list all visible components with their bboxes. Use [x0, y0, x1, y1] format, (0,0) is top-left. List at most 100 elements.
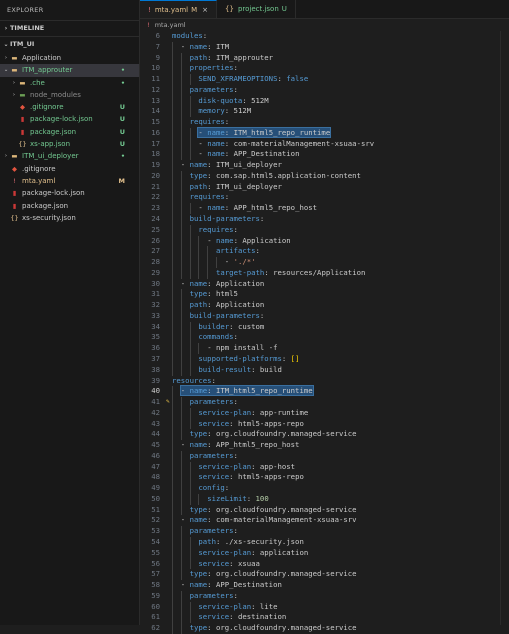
code-line[interactable]: 6 modules:: [140, 31, 509, 42]
code-line[interactable]: 16 - name: ITM_html5_repo_runtime: [140, 126, 509, 139]
code-line[interactable]: 10 properties:: [140, 63, 509, 75]
code-line[interactable]: 28 - './*': [140, 257, 509, 268]
tab-mta-yaml[interactable]: ! mta.yaml M ×: [140, 0, 218, 19]
code-line[interactable]: 9 path: ITM_approuter: [140, 52, 509, 64]
yaml-value: html5-apps-repo: [237, 472, 304, 482]
code-line[interactable]: 22 requires:: [140, 192, 509, 204]
code-line[interactable]: 23 - name: APP_html5_repo_host: [140, 203, 509, 215]
tree-item-package-json-approuter[interactable]: ▮ package.json U: [0, 126, 139, 138]
code-line[interactable]: 14 memory: 512M: [140, 106, 509, 118]
code-line[interactable]: 54 path: ./xs-security.json: [140, 536, 509, 548]
tree-item-node-modules[interactable]: › ▬ node_modules: [0, 89, 139, 101]
code-line[interactable]: 36 - npm install -f: [140, 343, 509, 354]
code-line[interactable]: 20 type: com.sap.html5.application-conten…: [140, 170, 509, 182]
code-line[interactable]: 18 - name: APP_Destination: [140, 149, 509, 161]
tree-item-itm-ui-deployer[interactable]: › ▬ ITM_ui_deployer •: [0, 150, 139, 162]
code-line[interactable]: 59 parameters:: [140, 590, 509, 602]
code-line[interactable]: 61 service: destination: [140, 612, 509, 624]
code-line[interactable]: 31 type: html5: [140, 289, 509, 301]
code-line[interactable]: 40 - name: ITM_html5_repo_runtime: [140, 385, 509, 398]
code-line[interactable]: 46 parameters:: [140, 450, 509, 462]
code-line[interactable]: 19 - name: ITM_ui_deployer: [140, 160, 509, 171]
code-line[interactable]: 41 ✎ parameters:: [140, 397, 509, 408]
indent-guide: [189, 472, 191, 484]
workspace-root-header[interactable]: ⌄ ITM_UI: [0, 36, 139, 52]
line-number: 22: [151, 192, 160, 202]
yaml-value: ITM_html5_repo_runtime: [215, 386, 313, 396]
code-line[interactable]: 58 - name: APP_Destination: [140, 580, 509, 591]
yaml-key: sizeLimit: [207, 493, 247, 503]
vertical-scrollbar[interactable]: [500, 31, 509, 625]
code-line[interactable]: 56 service: xsuaa: [140, 558, 509, 570]
yaml-separator: :: [207, 580, 216, 590]
tab-project-json[interactable]: {} project.json U: [217, 0, 296, 18]
code-line[interactable]: 37 supported-platforms: []: [140, 353, 509, 365]
code-line[interactable]: 45 - name: APP_html5_repo_host: [140, 440, 509, 451]
code-line[interactable]: 44 type: org.cloudfoundry.managed-service: [140, 429, 509, 441]
code-line[interactable]: 24 build-parameters:: [140, 214, 509, 225]
yaml-separator: :: [207, 278, 216, 288]
code-line[interactable]: 51 type: org.cloudfoundry.managed-service: [140, 504, 509, 516]
tree-item-che[interactable]: › ▬ .che •: [0, 77, 139, 89]
yaml-key: service: [198, 472, 230, 482]
yaml-separator: :: [277, 74, 287, 84]
code-line[interactable]: 26 - name: Application: [140, 235, 509, 247]
code-line[interactable]: 7 - name: ITM: [140, 41, 509, 53]
tree-item-package-lock-approuter[interactable]: ▮ package-lock.json U: [0, 113, 139, 125]
tree-item-gitignore-approuter[interactable]: ◆ .gitignore U: [0, 101, 139, 113]
code-editor[interactable]: 6 modules: 7 - name: ITM 9 path: ITM_approute…: [140, 31, 509, 634]
code-line[interactable]: 15 requires:: [140, 117, 509, 128]
code-line[interactable]: 38 build-result: build: [140, 364, 509, 376]
code-line[interactable]: 33 build-parameters:: [140, 310, 509, 322]
indent-guide: [189, 203, 191, 215]
line-number: 10: [151, 63, 160, 73]
close-icon[interactable]: ×: [202, 1, 208, 19]
code-line[interactable]: 53 parameters:: [140, 526, 509, 537]
breadcrumb[interactable]: ! mta.yaml: [140, 19, 509, 31]
tree-item-package-json[interactable]: ▮ package.json: [0, 200, 139, 212]
code-line[interactable]: 50 sizeLimit: 100: [140, 493, 509, 505]
code-line[interactable]: 55 service-plan: application: [140, 547, 509, 559]
code-line[interactable]: 49 config:: [140, 483, 509, 494]
code-line[interactable]: 25 requires:: [140, 224, 509, 236]
code-line[interactable]: 52 - name: com-materialManagement-xsuaa-s…: [140, 515, 509, 527]
tree-item-package-lock[interactable]: ▮ package-lock.json: [0, 187, 139, 199]
yaml-key: SEND_XFRAMEOPTIONS: [198, 74, 278, 84]
code-line[interactable]: 43 service: html5-apps-repo: [140, 418, 509, 430]
yaml-separator: :: [211, 375, 216, 385]
code-line[interactable]: 34 builder: custom: [140, 321, 509, 333]
tree-item-gitignore[interactable]: ◆ .gitignore: [0, 163, 139, 175]
yaml-separator: :: [207, 386, 216, 396]
timeline-section-header[interactable]: › TIMELINE: [0, 20, 139, 36]
code-line[interactable]: 57 type: org.cloudfoundry.managed-service: [140, 569, 509, 581]
indent-guide: [172, 127, 173, 139]
yaml-key: name: [189, 41, 208, 51]
code-line[interactable]: 60 service-plan: lite: [140, 601, 509, 613]
code-line[interactable]: 27 artifacts:: [140, 246, 509, 258]
code-line[interactable]: 29 target-path: resources/Application: [140, 267, 509, 279]
tree-item-xs-security[interactable]: {} xs-security.json: [0, 212, 139, 224]
code-line[interactable]: 32 path: Application: [140, 300, 509, 311]
code-line[interactable]: 30 - name: Application: [140, 278, 509, 290]
folder-icon: ▬: [11, 152, 18, 161]
code-line[interactable]: 17 - name: com-materialManagement-xsuaa-s…: [140, 138, 509, 150]
code-line[interactable]: 47 service-plan: app-host: [140, 461, 509, 473]
lightbulb-icon[interactable]: ✎: [166, 397, 170, 408]
code-line[interactable]: 48 service: html5-apps-repo: [140, 472, 509, 484]
tree-item-itm-approuter[interactable]: ⌄ ▬ ITM_approuter •: [0, 64, 139, 77]
code-text: - name: com-materialManagement-xsuaa-srv: [181, 515, 357, 524]
tree-item-mta-yaml[interactable]: ! mta.yaml M: [0, 175, 139, 187]
tree-item-application[interactable]: › ▬ Application: [0, 52, 139, 64]
code-line[interactable]: 13 disk-quota: 512M: [140, 95, 509, 107]
code-line[interactable]: 12 parameters:: [140, 84, 509, 96]
indent-guide: [172, 149, 173, 161]
breadcrumb-file[interactable]: mta.yaml: [155, 21, 186, 29]
code-line[interactable]: 39 resources:: [140, 376, 509, 387]
indent-guide: [180, 149, 182, 161]
code-line[interactable]: 42 service-plan: app-runtime: [140, 407, 509, 419]
tree-item-xs-app-json[interactable]: {} xs-app.json U: [0, 138, 139, 150]
yaml-value: resources/Application: [273, 267, 366, 277]
code-line[interactable]: 21 path: ITM_ui_deployer: [140, 181, 509, 193]
code-line[interactable]: 35 commands:: [140, 332, 509, 344]
code-line[interactable]: 11 SEND_XFRAMEOPTIONS: false: [140, 74, 509, 85]
